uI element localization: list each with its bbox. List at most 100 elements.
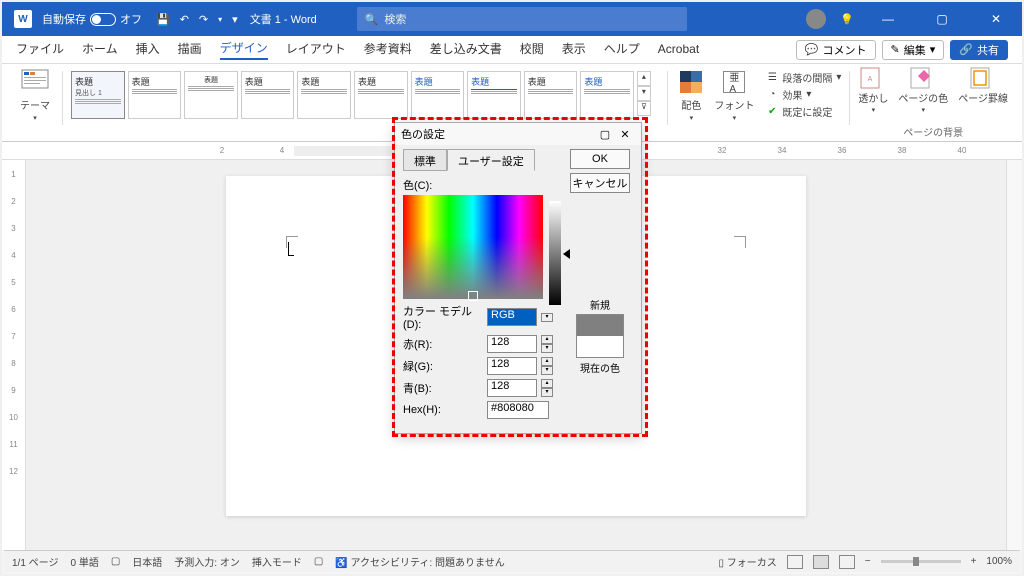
title-bar: W 自動保存 オフ 💾 ↶ ↷ ▾ ▾ 文書 1 - Word 🔍 検索 💡 —… (2, 2, 1022, 36)
fonts-button[interactable]: 亜A フォント▾ (710, 67, 758, 124)
style-item[interactable]: 表題 (241, 71, 295, 119)
style-item[interactable]: 表題 (184, 71, 238, 119)
save-icon[interactable]: 💾 (156, 13, 170, 26)
tab-review[interactable]: 校閲 (520, 40, 544, 59)
effects-button[interactable]: ◔効果 ▾ (766, 86, 841, 103)
dialog-titlebar[interactable]: 色の設定 ▢ ✕ (395, 123, 641, 145)
ok-button[interactable]: OK (570, 149, 630, 169)
share-button[interactable]: 🔗 共有 (950, 40, 1008, 60)
style-item[interactable]: 表題 (354, 71, 408, 119)
dialog-close-icon[interactable]: ✕ (615, 128, 635, 141)
style-item[interactable]: 表題見出し 1 (71, 71, 125, 119)
status-page[interactable]: 1/1 ページ (12, 554, 58, 569)
minimize-button[interactable]: — (868, 12, 908, 26)
zoom-in-button[interactable]: + (971, 556, 977, 567)
search-icon: 🔍 (365, 13, 379, 26)
page-borders-icon (970, 67, 996, 89)
user-avatar[interactable] (806, 9, 826, 29)
blue-input[interactable]: 128 (487, 379, 537, 397)
book-icon[interactable]: ▢ (111, 556, 120, 567)
dialog-maximize-icon[interactable]: ▢ (595, 128, 615, 141)
chevron-down-icon[interactable]: ▾ (541, 313, 553, 322)
color-model-select[interactable]: RGB (487, 308, 537, 326)
svg-text:A: A (868, 76, 873, 83)
document-formatting-gallery[interactable]: 表題見出し 1 表題 表題 表題 表題 表題 表題 表題 表題 表題 ▴▾⊽ (71, 67, 651, 119)
spin-down-icon[interactable]: ▾ (541, 388, 553, 397)
page-borders-button[interactable]: ページ罫線 (958, 67, 1008, 114)
style-item[interactable]: 表題 (467, 71, 521, 119)
page-color-button[interactable]: ページの色▾ (898, 67, 948, 114)
status-mode[interactable]: 挿入モード (252, 554, 302, 569)
tab-standard[interactable]: 標準 (403, 149, 447, 171)
tab-draw[interactable]: 描画 (178, 40, 202, 59)
color-spectrum[interactable] (403, 195, 543, 299)
style-item[interactable]: 表題 (128, 71, 182, 119)
maximize-button[interactable]: ▢ (922, 12, 962, 26)
watermark-button[interactable]: A 透かし▾ (858, 67, 888, 114)
close-button[interactable]: ✕ (976, 12, 1016, 26)
status-predict[interactable]: 予測入力: オン (174, 554, 240, 569)
undo-icon[interactable]: ↶ (180, 13, 189, 26)
tab-view[interactable]: 表示 (562, 40, 586, 59)
status-words[interactable]: 0 単語 (70, 554, 98, 569)
cancel-button[interactable]: キャンセル (570, 173, 630, 193)
tab-references[interactable]: 参考資料 (364, 40, 412, 59)
themes-icon (21, 69, 49, 95)
tab-mailings[interactable]: 差し込み文書 (430, 40, 502, 59)
palette-icon (680, 71, 702, 93)
ruler-vertical[interactable]: 123456789101112 (2, 160, 26, 550)
qat-dropdown-icon[interactable]: ▾ (218, 15, 222, 24)
blue-label: 青(B): (403, 380, 483, 396)
set-default-button[interactable]: ✔既定に設定 (766, 103, 841, 120)
zoom-level[interactable]: 100% (986, 556, 1012, 567)
quick-access-toolbar: 💾 ↶ ↷ ▾ ▾ (156, 13, 238, 26)
editing-button[interactable]: ✎ 編集 ▾ (882, 40, 945, 60)
spin-up-icon[interactable]: ▴ (541, 379, 553, 388)
tab-insert[interactable]: 挿入 (136, 40, 160, 59)
spin-up-icon[interactable]: ▴ (541, 357, 553, 366)
status-language[interactable]: 日本語 (132, 554, 162, 569)
style-item[interactable]: 表題 (580, 71, 634, 119)
hex-input[interactable]: #808080 (487, 401, 549, 419)
focus-mode-button[interactable]: ▯ フォーカス (718, 554, 776, 569)
luminance-slider[interactable] (549, 201, 561, 305)
zoom-out-button[interactable]: − (865, 556, 871, 567)
tab-custom[interactable]: ユーザー設定 (447, 149, 535, 171)
themes-button[interactable]: テーマ ▾ (16, 67, 54, 124)
qat-more-icon[interactable]: ▾ (232, 13, 238, 26)
view-read-icon[interactable] (787, 555, 803, 569)
style-item[interactable]: 表題 (411, 71, 465, 119)
style-item[interactable]: 表題 (297, 71, 351, 119)
gallery-more-icon[interactable]: ⊽ (637, 101, 651, 116)
tab-layout[interactable]: レイアウト (286, 40, 346, 59)
check-icon: ✔ (766, 106, 778, 118)
tab-acrobat[interactable]: Acrobat (658, 42, 699, 58)
status-accessibility[interactable]: ♿ アクセシビリティ: 問題ありません (335, 554, 504, 569)
tab-help[interactable]: ヘルプ (604, 40, 640, 59)
colors-button[interactable]: 配色▾ (676, 67, 706, 124)
spin-down-icon[interactable]: ▾ (541, 344, 553, 353)
red-input[interactable]: 128 (487, 335, 537, 353)
spin-up-icon[interactable]: ▴ (541, 335, 553, 344)
style-item[interactable]: 表題 (524, 71, 578, 119)
comments-button[interactable]: 💬 コメント (796, 40, 876, 60)
scrollbar-vertical[interactable] (1006, 160, 1022, 550)
search-box[interactable]: 🔍 検索 (357, 7, 687, 31)
zoom-slider[interactable] (881, 560, 961, 563)
green-input[interactable]: 128 (487, 357, 537, 375)
tab-file[interactable]: ファイル (16, 40, 64, 59)
effects-icon: ◔ (766, 89, 778, 101)
paragraph-spacing-button[interactable]: ☰段落の間隔 ▾ (766, 69, 841, 86)
view-print-icon[interactable] (813, 555, 829, 569)
watermark-icon: A (860, 67, 886, 89)
tab-home[interactable]: ホーム (82, 40, 118, 59)
view-web-icon[interactable] (839, 555, 855, 569)
redo-icon[interactable]: ↷ (199, 13, 208, 26)
autosave-toggle[interactable]: 自動保存 オフ (42, 11, 142, 27)
macro-icon[interactable]: ▢ (314, 556, 323, 567)
gallery-up-icon[interactable]: ▴ (637, 71, 651, 86)
help-icon[interactable]: 💡 (840, 13, 854, 26)
spin-down-icon[interactable]: ▾ (541, 366, 553, 375)
tab-design[interactable]: デザイン (220, 39, 268, 60)
gallery-down-icon[interactable]: ▾ (637, 86, 651, 101)
